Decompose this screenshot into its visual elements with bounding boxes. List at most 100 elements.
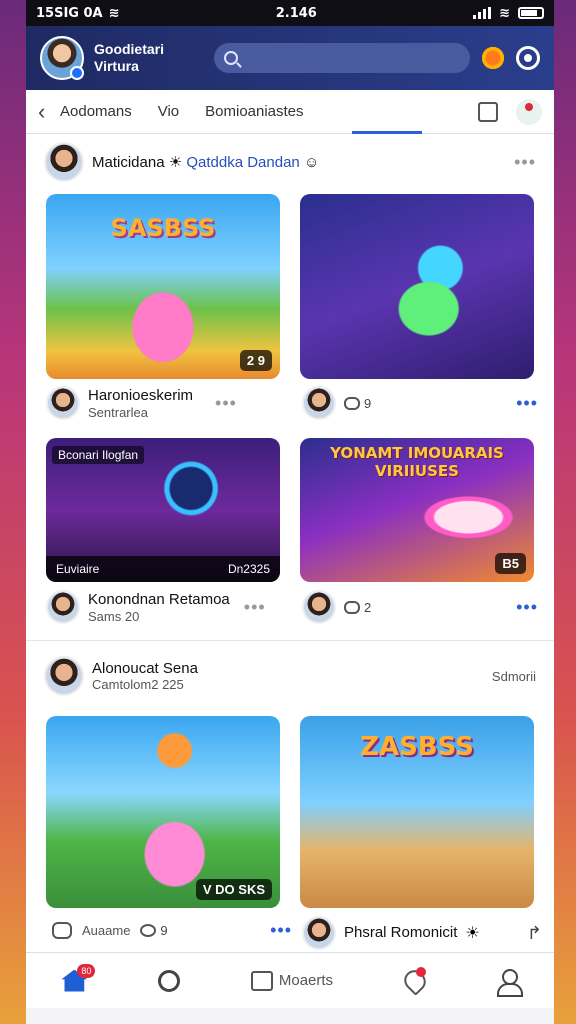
status-time: 2.146 bbox=[275, 5, 317, 21]
back-icon[interactable]: ‹ bbox=[38, 99, 60, 125]
card-meta: 2 ••• bbox=[302, 590, 538, 624]
record-icon[interactable] bbox=[516, 98, 542, 125]
nav-search[interactable] bbox=[158, 969, 181, 992]
post-tag[interactable]: Qatddka Dandan bbox=[186, 154, 299, 171]
app-brand: Goodietari Virtura bbox=[94, 41, 165, 74]
avatar[interactable] bbox=[302, 916, 336, 950]
post-footer-left: Auaame 9 ••• bbox=[52, 920, 292, 941]
post-header: Alonoucat Sena Camtolom2 225 Sdmorii bbox=[26, 648, 554, 704]
media-card[interactable]: Bconari Ilogfan Euviaire Dn2325 bbox=[46, 438, 280, 582]
post-title: Maticidana ☀ Qatddka Dandan ☺ bbox=[92, 153, 319, 171]
card-meta: Haronioeskerim Sentrarlea ••• bbox=[46, 386, 286, 420]
profile-avatar[interactable] bbox=[40, 36, 84, 80]
caption-left: Euviaire bbox=[56, 562, 100, 576]
avatar[interactable] bbox=[44, 142, 84, 182]
avatar[interactable] bbox=[46, 386, 80, 420]
comment-count-value: 2 bbox=[364, 599, 372, 615]
post-author[interactable]: Maticidana bbox=[92, 154, 165, 171]
media-card[interactable]: YONAMT IMOUARAIS VIRIIUSES B5 bbox=[300, 438, 534, 582]
comment-count[interactable]: 9 bbox=[140, 923, 168, 938]
chart-icon bbox=[250, 970, 273, 991]
card-meta: 9 ••• bbox=[302, 386, 538, 420]
square-icon[interactable] bbox=[478, 101, 498, 122]
app-header: Goodietari Virtura bbox=[26, 26, 554, 90]
card-artwork bbox=[300, 194, 534, 379]
wifi-icon: ≋ bbox=[499, 5, 510, 21]
card-author[interactable]: Konondnan Retamoa bbox=[88, 591, 230, 609]
post-subtitle: Camtolom2 225 bbox=[92, 677, 184, 692]
comment-icon bbox=[344, 600, 360, 614]
more-icon[interactable]: ••• bbox=[215, 393, 237, 414]
nav-likes[interactable] bbox=[399, 965, 430, 996]
card-title-art: SASBSS bbox=[110, 214, 216, 242]
verified-icon bbox=[70, 66, 84, 80]
status-left-text: 15SIG 0A bbox=[36, 5, 103, 21]
avatar[interactable] bbox=[302, 590, 336, 624]
bottom-nav: 80 Moaerts bbox=[26, 952, 554, 1008]
media-card[interactable]: ZASBSS bbox=[300, 716, 534, 908]
alert-dot bbox=[415, 966, 426, 977]
more-icon[interactable]: ••• bbox=[270, 920, 292, 941]
comment-icon bbox=[344, 396, 360, 410]
post-right-label[interactable]: Sdmorii bbox=[492, 669, 536, 684]
card-subtitle: Sams 20 bbox=[88, 608, 140, 624]
card-subtitle: Sentrarlea bbox=[88, 404, 148, 420]
post-footer-right: Phsral Romonicit ☀ ↱ bbox=[302, 916, 542, 950]
signal-icon bbox=[473, 7, 492, 19]
card-meta: Konondnan Retamoa Sams 20 ••• bbox=[46, 590, 286, 624]
post-grid: SASBSS 2 9 Haronioeskerim Sentrarlea •••… bbox=[26, 190, 554, 650]
comment-count-value: 9 bbox=[160, 923, 168, 938]
footer-author[interactable]: Phsral Romonicit bbox=[344, 924, 457, 942]
card-badge: B5 bbox=[495, 553, 526, 574]
more-icon[interactable]: ••• bbox=[514, 152, 536, 173]
nav-moments[interactable]: Moaerts bbox=[250, 970, 334, 991]
phone-screen: 15SIG 0A ≋ 2.146 ≋ Goodietari Virtura ‹ … bbox=[26, 0, 554, 1024]
avatar[interactable] bbox=[46, 590, 80, 624]
more-icon[interactable]: ••• bbox=[516, 597, 538, 618]
home-indicator bbox=[26, 1008, 554, 1024]
sparkle-icon: ☀ bbox=[465, 925, 480, 942]
card-title-art: ZASBSS bbox=[360, 732, 474, 762]
wifi-icon: ≋ bbox=[108, 5, 120, 21]
tab-bomioaniastes[interactable]: Bomioaniastes bbox=[205, 103, 303, 120]
card-author[interactable]: Haronioeskerim bbox=[88, 387, 193, 405]
card-badge: V DO SKS bbox=[195, 879, 272, 900]
active-tab-indicator bbox=[352, 131, 422, 134]
nav-profile[interactable] bbox=[496, 968, 523, 997]
avatar[interactable] bbox=[302, 386, 336, 420]
media-card[interactable] bbox=[300, 194, 534, 379]
footer-label: Auaame bbox=[82, 923, 131, 938]
avatar[interactable] bbox=[44, 656, 84, 696]
comment-count[interactable]: 2 bbox=[344, 600, 371, 615]
more-icon[interactable]: ••• bbox=[244, 597, 266, 618]
media-card[interactable]: V DO SKS bbox=[46, 716, 280, 908]
card-caption: Euviaire Dn2325 bbox=[46, 556, 280, 582]
status-bar: 15SIG 0A ≋ 2.146 ≋ bbox=[26, 0, 554, 26]
search-icon bbox=[224, 51, 238, 65]
nav-home[interactable]: 80 bbox=[61, 963, 96, 992]
emoji-icon: ☺ bbox=[303, 154, 320, 171]
tab-bar: ‹ Aodomans Vio Bomioaniastes bbox=[26, 90, 554, 134]
nav-moments-label: Moaerts bbox=[278, 972, 334, 989]
tab-aodomans[interactable]: Aodomans bbox=[60, 103, 132, 120]
search-icon bbox=[158, 969, 181, 992]
sparkle-icon: ☀ bbox=[168, 154, 183, 171]
user-icon bbox=[496, 968, 523, 997]
search-input[interactable] bbox=[214, 43, 470, 73]
settings-icon[interactable] bbox=[516, 46, 540, 70]
comment-count[interactable]: 9 bbox=[344, 396, 371, 411]
caption-right: Dn2325 bbox=[227, 562, 270, 576]
post-header: Maticidana ☀ Qatddka Dandan ☺ ••• bbox=[26, 134, 554, 190]
post-divider bbox=[26, 640, 554, 641]
notification-badge: 80 bbox=[77, 963, 96, 978]
more-icon[interactable]: ••• bbox=[516, 393, 538, 414]
media-card[interactable]: SASBSS 2 9 bbox=[46, 194, 280, 379]
tab-vio[interactable]: Vio bbox=[158, 103, 179, 120]
comment-count-value: 9 bbox=[364, 395, 372, 411]
comment-icon bbox=[140, 924, 157, 937]
post-author[interactable]: Alonoucat Sena bbox=[92, 660, 198, 677]
card-title-art: YONAMT IMOUARAIS VIRIIUSES bbox=[330, 444, 504, 480]
chat-icon[interactable] bbox=[52, 922, 72, 939]
share-icon[interactable]: ↱ bbox=[527, 923, 542, 944]
sun-icon[interactable] bbox=[480, 45, 506, 71]
